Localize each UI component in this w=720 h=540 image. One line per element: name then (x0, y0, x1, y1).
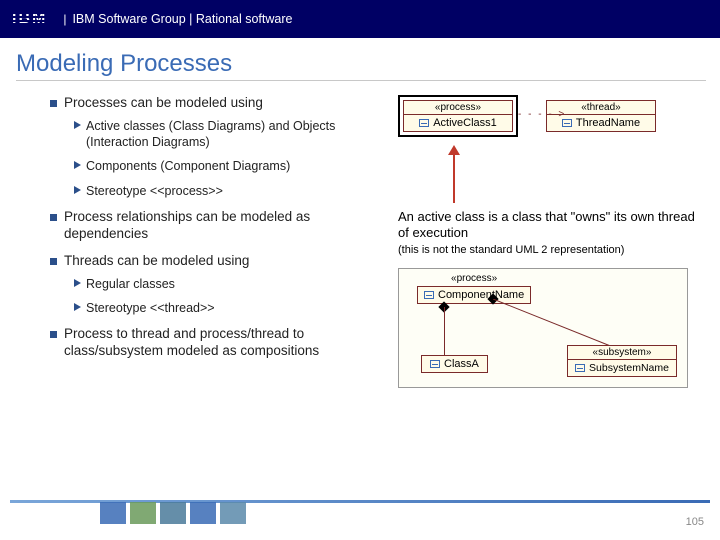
bullet-3-text: Threads can be modeled using (64, 253, 249, 268)
d2-subsys-name-row: SubsystemName (568, 360, 676, 376)
ibm-logo-text: IBM (12, 10, 47, 28)
page-number: 105 (686, 516, 704, 528)
d2-process-stereotype: «process» (417, 273, 531, 284)
active-class-frame: «process» ActiveClass1 (398, 95, 518, 137)
bullet-1-text: Processes can be modeled using (64, 95, 263, 110)
d2-subsys-stereotype: «subsystem» (568, 346, 676, 360)
right-column: «process» ActiveClass1 - - - - > «thread… (398, 95, 698, 388)
class-icon (419, 119, 429, 127)
thread-name-label: ThreadName (576, 117, 640, 129)
content: Processes can be modeled using Active cl… (0, 89, 720, 388)
caption-main: An active class is a class that "owns" i… (398, 209, 698, 242)
sub-1b: Components (Component Diagrams) (74, 158, 380, 174)
class-icon (562, 119, 572, 127)
ibm-logo: IBM (12, 10, 47, 28)
sublist-1: Active classes (Class Diagrams) and Obje… (74, 118, 380, 199)
uml-active-class: «process» ActiveClass1 (403, 100, 513, 132)
footer: 105 (0, 500, 720, 530)
composition-line-1 (444, 307, 445, 355)
dashed-connector: - - - - > (518, 109, 566, 120)
uml-row-top: «process» ActiveClass1 - - - - > «thread… (398, 95, 698, 137)
component-icon (424, 291, 434, 299)
title-rule (16, 80, 706, 81)
active-class-name: ActiveClass1 (404, 115, 512, 131)
d2-class-a: ClassA (421, 355, 488, 373)
deco-chip (100, 502, 126, 524)
active-stereotype: «process» (404, 101, 512, 115)
left-column: Processes can be modeled using Active cl… (50, 95, 380, 388)
deco-chip (190, 502, 216, 524)
caption-note: (this is not the standard UML 2 represen… (398, 244, 698, 256)
bullet-2: Process relationships can be modeled as … (50, 209, 380, 243)
sub-1a: Active classes (Class Diagrams) and Obje… (74, 118, 380, 151)
bullet-list: Processes can be modeled using Active cl… (50, 95, 380, 360)
page-title: Modeling Processes (16, 50, 720, 78)
deco-chip (160, 502, 186, 524)
bullet-1: Processes can be modeled using Active cl… (50, 95, 380, 199)
bullet-3: Threads can be modeled using Regular cla… (50, 253, 380, 316)
class-icon (430, 360, 440, 368)
sub-3a: Regular classes (74, 276, 380, 292)
sub-1c: Stereotype <<process>> (74, 183, 380, 199)
header-text: IBM Software Group | Rational software (72, 12, 292, 26)
title-wrap: Modeling Processes (16, 50, 720, 81)
subsystem-icon (575, 364, 585, 372)
sublist-3: Regular classes Stereotype <<thread>> (74, 276, 380, 317)
sub-3b: Stereotype <<thread>> (74, 300, 380, 316)
header-bar: IBM | IBM Software Group | Rational soft… (0, 0, 720, 38)
footer-decoration (100, 502, 246, 524)
active-class-label: ActiveClass1 (433, 117, 497, 129)
red-arrow (444, 145, 698, 203)
arrow-icon (444, 145, 464, 203)
deco-chip (130, 502, 156, 524)
composition-diagram: «process» ComponentName ClassA «subsyste… (398, 268, 688, 388)
header-separator: | (63, 12, 66, 26)
d2-subsys-name: SubsystemName (589, 362, 669, 374)
d2-subsystem: «subsystem» SubsystemName (567, 345, 677, 377)
deco-chip (220, 502, 246, 524)
d2-class-a-label: ClassA (444, 358, 479, 370)
bullet-4: Process to thread and process/thread to … (50, 326, 380, 360)
